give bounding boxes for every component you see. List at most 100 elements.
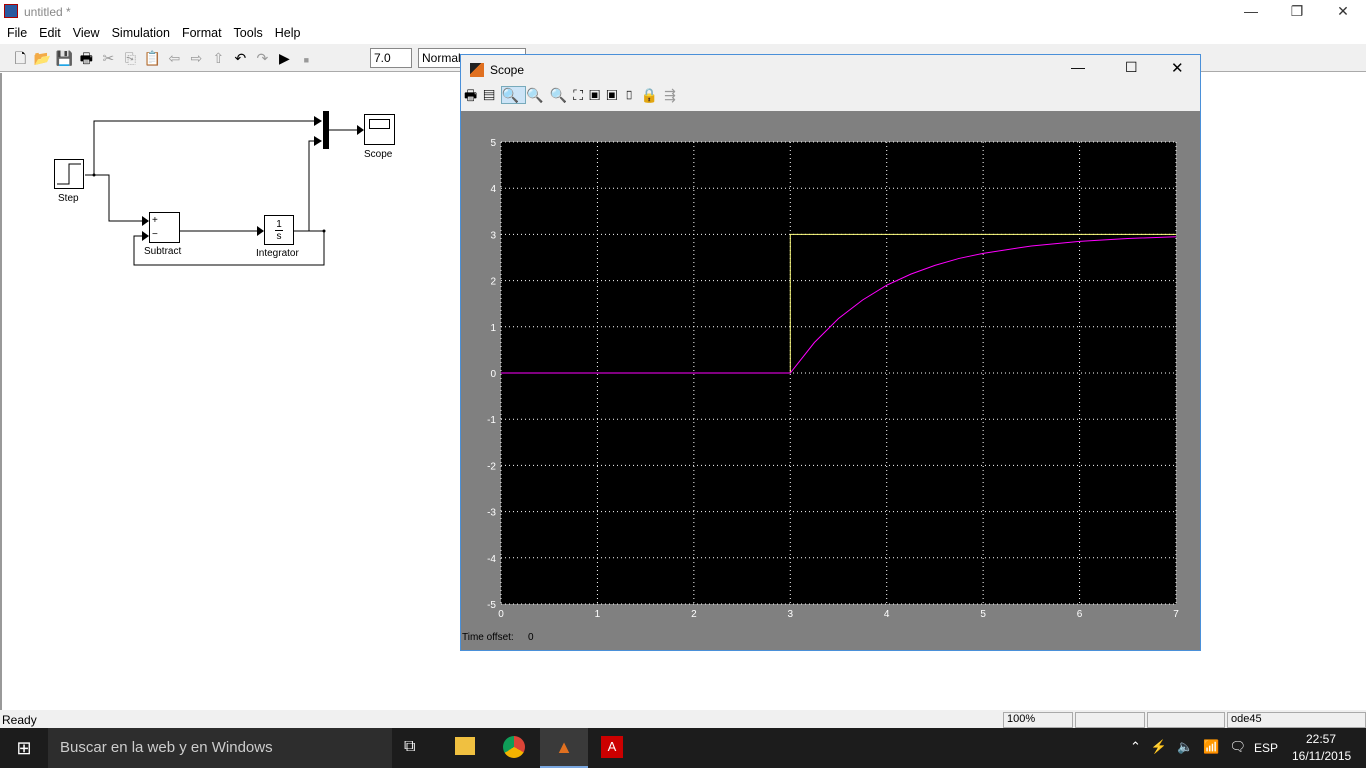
zoom-level: 100% (1003, 712, 1073, 728)
x-tick-label: 2 (691, 609, 697, 620)
floating-scope-icon[interactable]: ▯ (623, 87, 640, 103)
integrator-block[interactable]: 1 s (264, 215, 294, 245)
status-cell (1075, 712, 1145, 728)
parameters-icon[interactable]: ▤ (483, 87, 501, 103)
task-view-icon[interactable]: ⧉ (404, 738, 415, 756)
menu-bar: File Edit View Simulation Format Tools Help (0, 24, 1366, 44)
scope-minimize-button[interactable]: — (1071, 59, 1085, 75)
play-icon[interactable]: ▶ (273, 47, 295, 69)
status-text: Ready (2, 713, 37, 727)
search-box[interactable]: Buscar en la web y en Windows (48, 728, 392, 768)
signal-selection-icon[interactable]: ⇶ (664, 87, 682, 103)
scope-chart[interactable]: 0 1 2 3 4 5 6 7 5 4 3 2 1 0 -1 -2 -3 -4 -5 (461, 111, 1200, 650)
x-tick-label: 6 (1077, 609, 1083, 620)
stop-time-input[interactable]: 7.0 (370, 48, 412, 68)
y-tick-label: 5 (490, 138, 496, 149)
stop-icon[interactable]: ■ (295, 49, 317, 71)
y-tick-label: 3 (490, 230, 496, 241)
tray-icons[interactable]: ⌃⚡🔈📶🗨 (1130, 739, 1256, 755)
zoom-x-icon[interactable]: 🔍 (526, 87, 549, 103)
language-indicator[interactable]: ESP (1254, 741, 1278, 755)
menu-simulation[interactable]: Simulation (105, 24, 175, 40)
matlab-logo-icon (470, 63, 484, 77)
y-tick-label: -1 (487, 415, 496, 426)
menu-view[interactable]: View (66, 24, 105, 40)
taskbar: ⊞ Buscar en la web y en Windows ⧉ ▲ A ⌃⚡… (0, 728, 1366, 768)
close-button[interactable]: ✕ (1320, 0, 1366, 24)
x-tick-label: 3 (788, 609, 794, 620)
window-title: untitled * (24, 5, 71, 19)
scope-plot-area: 0 1 2 3 4 5 6 7 5 4 3 2 1 0 -1 -2 -3 -4 -5 Time offset: 0 (461, 111, 1200, 650)
mux-block (323, 111, 329, 149)
y-tick-label: -3 (487, 508, 496, 519)
x-tick-label: 5 (980, 609, 986, 620)
restore-axes-icon[interactable]: ▣ (606, 87, 623, 103)
step-label: Step (58, 193, 79, 204)
copy-icon[interactable]: ⎘ (119, 47, 141, 69)
matlab-icon[interactable]: ▲ (540, 728, 588, 768)
title-bar: untitled * — ❐ ✕ (0, 0, 1366, 24)
scope-block[interactable] (364, 114, 395, 145)
cut-icon[interactable]: ✂ (97, 47, 119, 69)
forward-icon[interactable]: ⇨ (185, 47, 207, 69)
integrator-numerator: 1 (275, 219, 283, 231)
y-tick-label: -2 (487, 461, 496, 472)
back-icon[interactable]: ⇦ (163, 47, 185, 69)
scope-close-button[interactable]: ✕ (1171, 59, 1184, 77)
restore-button[interactable]: ❐ (1274, 0, 1320, 24)
y-tick-label: 2 (490, 277, 496, 288)
menu-file[interactable]: File (0, 24, 32, 40)
menu-tools[interactable]: Tools (227, 24, 268, 40)
lock-icon[interactable]: 🔒 (641, 87, 664, 103)
integrator-denominator: s (276, 231, 282, 242)
step-block[interactable] (54, 159, 84, 189)
scope-title: Scope (490, 63, 525, 77)
menu-edit[interactable]: Edit (32, 24, 66, 40)
scope-window: Scope — ☐ ✕ 🖶▤🔍🔍🔍⛶▣▣▯🔒⇶ 0 1 2 3 4 5 6 7 5 4 3 2 1 0 -1… (460, 54, 1201, 651)
x-tick-label: 1 (595, 609, 601, 620)
y-tick-label: 0 (490, 369, 496, 380)
print-icon[interactable]: 🖶 (464, 87, 483, 103)
file-explorer-icon[interactable] (455, 737, 475, 755)
undo-icon[interactable]: ↶ (229, 47, 251, 69)
x-tick-label: 4 (884, 609, 890, 620)
acrobat-icon[interactable]: A (601, 736, 623, 758)
new-icon[interactable]: 🗋 (9, 47, 31, 69)
y-tick-label: 4 (490, 184, 496, 195)
redo-icon[interactable]: ↷ (251, 47, 273, 69)
integrator-label: Integrator (256, 248, 299, 259)
save-axes-icon[interactable]: ▣ (589, 87, 606, 103)
x-tick-label: 0 (498, 609, 504, 620)
plus-sign: + (152, 215, 158, 226)
minus-sign: − (152, 229, 158, 240)
autoscale-icon[interactable]: ⛶ (573, 87, 589, 103)
paste-icon[interactable]: 📋 (141, 47, 163, 69)
x-tick-label: 7 (1173, 609, 1179, 620)
open-icon[interactable]: 📂 (31, 47, 53, 69)
clock-time[interactable]: 22:57 (1306, 732, 1336, 746)
y-tick-label: 1 (490, 323, 496, 334)
status-cell (1147, 712, 1225, 728)
menu-format[interactable]: Format (175, 24, 227, 40)
y-tick-label: -5 (487, 600, 496, 611)
zoom-y-icon[interactable]: 🔍 (550, 87, 573, 103)
minimize-button[interactable]: — (1228, 0, 1274, 24)
scope-label: Scope (364, 149, 393, 160)
subtract-label: Subtract (144, 246, 182, 257)
start-button[interactable]: ⊞ (0, 728, 48, 768)
save-icon[interactable]: 💾 (53, 47, 75, 69)
up-icon[interactable]: ⇧ (207, 47, 229, 69)
simulink-icon (4, 4, 18, 18)
chrome-icon[interactable] (503, 736, 525, 758)
zoom-icon[interactable]: 🔍 (500, 86, 527, 104)
time-offset-value: 0 (528, 632, 534, 643)
scope-toolbar: 🖶▤🔍🔍🔍⛶▣▣▯🔒⇶ (464, 85, 682, 109)
time-offset-label: Time offset: (462, 632, 514, 643)
menu-help[interactable]: Help (268, 24, 306, 40)
clock-date[interactable]: 16/11/2015 (1292, 749, 1351, 763)
scope-maximize-button[interactable]: ☐ (1125, 59, 1138, 76)
solver-name: ode45 (1227, 712, 1366, 728)
y-tick-label: -4 (487, 554, 496, 565)
print-icon[interactable]: 🖶 (75, 47, 97, 69)
subtract-block[interactable]: + − (149, 212, 180, 243)
